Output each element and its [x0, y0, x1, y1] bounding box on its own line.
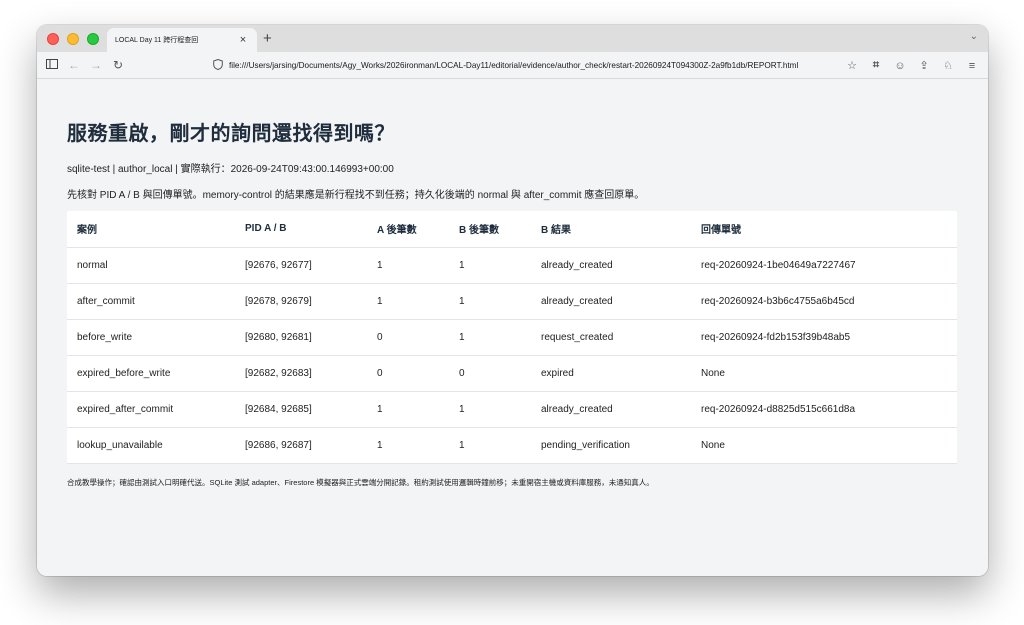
forward-arrow-icon[interactable]: → — [85, 58, 107, 72]
cell-pid: [92686, 92687] — [235, 427, 367, 464]
cell-case: normal — [67, 247, 235, 284]
cell-a-count: 1 — [367, 247, 449, 284]
cell-a-count: 1 — [367, 391, 449, 428]
cell-request-id: req-20260924-1be04649a7227467 — [691, 247, 957, 284]
cell-b-result: already_created — [531, 247, 691, 284]
back-arrow-icon[interactable]: ← — [63, 58, 85, 72]
cell-pid: [92684, 92685] — [235, 391, 367, 428]
results-table-container: 案例 PID A / B A 後筆數 B 後筆數 B 結果 回傳單號 norma… — [67, 211, 957, 464]
bookmark-star-icon[interactable]: ☆ — [840, 59, 864, 72]
table-row: normal [92676, 92677] 1 1 already_create… — [67, 247, 957, 284]
minimize-window-button[interactable] — [67, 32, 79, 45]
extension-icon[interactable]: ⌗ — [864, 59, 888, 72]
cell-pid: [92680, 92681] — [235, 319, 367, 356]
run-metadata: sqlite-test | author_local | 實際執行：2026-0… — [67, 164, 394, 175]
extensions-puzzle-icon[interactable]: ♘ — [936, 59, 960, 72]
cell-request-id: None — [691, 355, 957, 392]
cell-request-id: req-20260924-b3b6c4755a6b45cd — [691, 283, 957, 320]
header-pid: PID A / B — [235, 211, 367, 248]
cell-request-id: req-20260924-d8825d515c661d8a — [691, 391, 957, 428]
table-row: before_write [92680, 92681] 0 1 request_… — [67, 319, 957, 356]
tab-title: LOCAL Day 11 跨行程查回 — [115, 37, 199, 44]
header-b-result: B 結果 — [531, 211, 691, 248]
navigation-toolbar: ← → ↻ file:///Users/jarsing/Documents/Ag… — [37, 52, 988, 79]
header-case: 案例 — [67, 211, 235, 248]
cell-request-id: None — [691, 427, 957, 464]
cell-b-count: 1 — [449, 283, 531, 320]
cell-b-result: request_created — [531, 319, 691, 356]
cell-b-count: 0 — [449, 355, 531, 392]
table-row: after_commit [92678, 92679] 1 1 already_… — [67, 283, 957, 320]
url-text[interactable]: file:///Users/jarsing/Documents/Agy_Work… — [229, 61, 825, 70]
page-content: 服務重啟，剛才的詢問還找得到嗎？ sqlite-test | author_lo… — [37, 79, 988, 576]
menu-icon[interactable]: ≡ — [960, 60, 984, 72]
table-row: lookup_unavailable [92686, 92687] 1 1 pe… — [67, 427, 957, 464]
cell-b-count: 1 — [449, 427, 531, 464]
browser-window: LOCAL Day 11 跨行程查回 × + ⌄ ← → ↻ file:///U… — [37, 25, 988, 576]
cell-case: before_write — [67, 319, 235, 356]
cell-a-count: 1 — [367, 427, 449, 464]
footer-disclaimer: 合成教學操作；確認由測試入口明確代送。SQLite 測試 adapter、Fir… — [67, 478, 654, 487]
zoom-window-button[interactable] — [87, 32, 99, 45]
header-a-count: A 後筆數 — [367, 211, 449, 248]
cell-b-result: already_created — [531, 391, 691, 428]
cell-pid: [92676, 92677] — [235, 247, 367, 284]
window-controls — [47, 32, 99, 45]
cell-b-count: 1 — [449, 319, 531, 356]
results-table: 案例 PID A / B A 後筆數 B 後筆數 B 結果 回傳單號 norma… — [67, 211, 957, 464]
cell-b-result: already_created — [531, 283, 691, 320]
tracking-protection-shield-icon[interactable] — [213, 57, 223, 75]
cell-b-count: 1 — [449, 247, 531, 284]
cell-pid: [92682, 92683] — [235, 355, 367, 392]
cell-case: after_commit — [67, 283, 235, 320]
new-tab-button[interactable]: + — [263, 30, 272, 47]
header-b-count: B 後筆數 — [449, 211, 531, 248]
cell-pid: [92678, 92679] — [235, 283, 367, 320]
table-header-row: 案例 PID A / B A 後筆數 B 後筆數 B 結果 回傳單號 — [67, 211, 957, 248]
cell-case: expired_before_write — [67, 355, 235, 392]
browser-tab[interactable]: LOCAL Day 11 跨行程查回 × — [107, 28, 257, 52]
tab-list-chevron-icon[interactable]: ⌄ — [970, 31, 978, 42]
cell-request-id: req-20260924-fd2b153f39b48ab5 — [691, 319, 957, 356]
url-bar[interactable]: file:///Users/jarsing/Documents/Agy_Work… — [207, 55, 867, 76]
cell-a-count: 1 — [367, 283, 449, 320]
cell-b-result: expired — [531, 355, 691, 392]
account-icon[interactable]: ☺ — [888, 60, 912, 72]
share-icon[interactable]: ⇪ — [912, 59, 936, 72]
cell-a-count: 0 — [367, 319, 449, 356]
sidebar-toggle-icon[interactable] — [41, 58, 63, 72]
cell-case: expired_after_commit — [67, 391, 235, 428]
close-window-button[interactable] — [47, 32, 59, 45]
header-request-id: 回傳單號 — [691, 211, 957, 248]
reload-icon[interactable]: ↻ — [107, 58, 129, 72]
toolbar-right-actions: ☆ ⌗ ☺ ⇪ ♘ ≡ — [840, 52, 984, 79]
cell-b-count: 1 — [449, 391, 531, 428]
cell-case: lookup_unavailable — [67, 427, 235, 464]
cell-b-result: pending_verification — [531, 427, 691, 464]
table-row: expired_before_write [92682, 92683] 0 0 … — [67, 355, 957, 392]
page-title: 服務重啟，剛才的詢問還找得到嗎？ — [67, 123, 395, 145]
verification-note: 先核對 PID A / B 與回傳單號。memory-control 的結果應是… — [67, 190, 645, 201]
table-row: expired_after_commit [92684, 92685] 1 1 … — [67, 391, 957, 428]
tab-close-icon[interactable]: × — [237, 34, 249, 46]
title-bar: LOCAL Day 11 跨行程查回 × + ⌄ — [37, 25, 988, 52]
cell-a-count: 0 — [367, 355, 449, 392]
